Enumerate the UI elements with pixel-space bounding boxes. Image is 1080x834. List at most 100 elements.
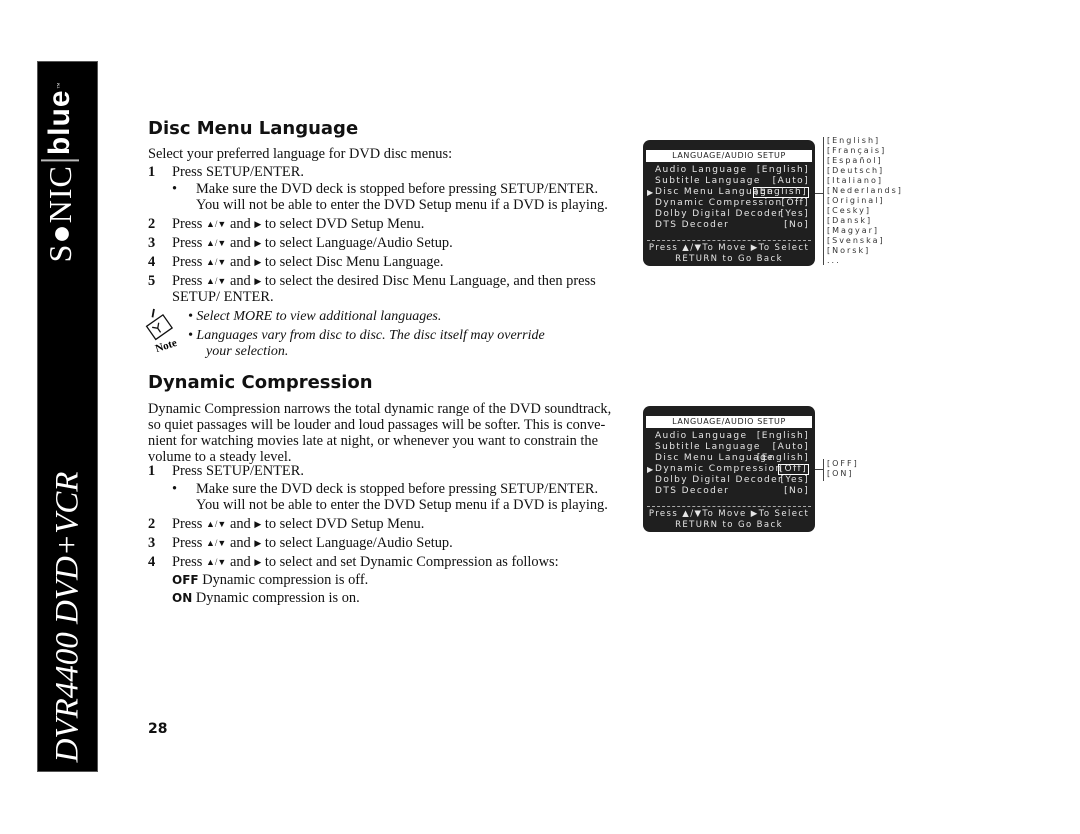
options-bracket: [823, 137, 824, 265]
right-arrow-icon: ▶: [254, 519, 262, 529]
osd-row: Subtitle Language [Auto]: [655, 442, 809, 452]
step-number: 3: [148, 535, 156, 551]
up-down-arrow-icon: ▲/▼: [206, 276, 227, 286]
step-number: 2: [148, 516, 156, 532]
option-item: [Norsk]: [827, 246, 871, 255]
option-item: [ON]: [827, 469, 854, 478]
right-arrow-icon: ▶: [254, 538, 262, 548]
osd-screen-dynamic: LANGUAGE/AUDIO SETUP Audio Language [Engl…: [643, 406, 815, 532]
osd-divider: [647, 506, 811, 507]
step-text: Press ▲/▼ and ▶ to select the desired Di…: [172, 273, 596, 289]
right-arrow-icon: ▶: [254, 557, 262, 567]
pointer-icon: ▶: [647, 465, 654, 474]
bullet-dot: •: [172, 181, 178, 197]
osd-screen-disc-menu: LANGUAGE/AUDIO SETUP Audio Language [Engl…: [643, 140, 815, 266]
language-options-list: [English] [Français] [Español] [Deutsch]…: [827, 136, 903, 266]
osd-row: Audio Language [English]: [655, 431, 809, 441]
intro-line: nient for watching movies late at night,…: [148, 433, 598, 449]
step-number: 5: [148, 273, 156, 289]
bullet-dot: •: [172, 481, 178, 497]
note-line-2: • Languages vary from disc to disc. The …: [188, 328, 545, 343]
osd-title: LANGUAGE/AUDIO SETUP: [646, 416, 812, 428]
step-number: 1: [148, 463, 156, 479]
step-text: Press ▲/▼ and ▶ to select DVD Setup Menu…: [172, 216, 425, 232]
step-number: 1: [148, 164, 156, 180]
osd-row: Disc Menu Language [English]: [655, 453, 809, 463]
osd-row-selected: ▶ Disc Menu Language [English]: [647, 187, 809, 198]
osd-row: Subtitle Language [Auto]: [655, 176, 809, 186]
osd-row: Dolby Digital Decoder [Yes]: [655, 475, 809, 485]
right-arrow-icon: ▶: [254, 257, 262, 267]
step-text: Press ▲/▼ and ▶ to select Language/Audio…: [172, 235, 453, 251]
option-item: [Cesky]: [827, 206, 871, 215]
option-key: OFF: [172, 573, 199, 587]
option-item: [Dansk]: [827, 216, 873, 225]
step-text: Press SETUP/ENTER.: [172, 463, 304, 479]
osd-row: Audio Language [English]: [655, 165, 809, 175]
page-number: 28: [148, 721, 168, 737]
option-item: [OFF]: [827, 459, 859, 468]
brand-sonic: S●NIC: [41, 165, 78, 263]
option-item: [Français]: [827, 146, 887, 155]
up-down-arrow-icon: ▲/▼: [206, 219, 227, 229]
step-number: 4: [148, 554, 156, 570]
option-item: ...: [827, 256, 841, 265]
compression-options-list: [OFF] [ON]: [827, 459, 859, 479]
option-item: [Svenska]: [827, 236, 885, 245]
osd-footer-nav: Press ▲/▼To Move ▶To Select: [648, 243, 810, 253]
bullet-text: You will not be able to enter the DVD Se…: [196, 197, 608, 213]
option-key: ON: [172, 591, 193, 605]
option-on-desc: ON Dynamic compression is on.: [172, 590, 360, 606]
up-down-arrow-icon: ▲/▼: [206, 538, 227, 548]
option-item: [English]: [827, 136, 881, 145]
bullet-text: You will not be able to enter the DVD Se…: [196, 497, 608, 513]
intro-line: so quiet passages will be louder and lou…: [148, 417, 606, 433]
option-item: [Nederlands]: [827, 186, 903, 195]
brand-separator: [41, 159, 79, 162]
step-text: Press SETUP/ENTER.: [172, 164, 304, 180]
note-line-3: your selection.: [206, 344, 289, 359]
section-heading-dynamic: Dynamic Compression: [148, 372, 373, 393]
option-desc: Dynamic compression is off.: [202, 572, 369, 588]
option-desc: Dynamic compression is on.: [195, 590, 360, 606]
osd-divider: [647, 240, 811, 241]
step-text: Press ▲/▼ and ▶ to select Language/Audio…: [172, 535, 453, 551]
options-bracket: [823, 459, 824, 481]
disc-menu-intro: Select your preferred language for DVD d…: [148, 146, 453, 162]
option-off-desc: OFF Dynamic compression is off.: [172, 572, 368, 588]
step-number: 2: [148, 216, 156, 232]
option-item: [Italiano]: [827, 176, 883, 185]
osd-row: Dolby Digital Decoder [Yes]: [655, 209, 809, 219]
up-down-arrow-icon: ▲/▼: [206, 519, 227, 529]
brand-logo: S●NIC blue ™: [41, 81, 79, 263]
step-text: Press ▲/▼ and ▶ to select and set Dynami…: [172, 554, 559, 570]
step-text-cont: SETUP/ ENTER.: [172, 289, 274, 305]
option-item: [Deutsch]: [827, 166, 885, 175]
osd-footer-nav: Press ▲/▼To Move ▶To Select: [648, 509, 810, 519]
note-icon: Note: [145, 308, 179, 352]
note-line-1: • Select MORE to view additional languag…: [188, 309, 442, 324]
trademark-mark: ™: [57, 81, 63, 89]
osd-row: DTS Decoder [No]: [655, 486, 809, 496]
osd-title: LANGUAGE/AUDIO SETUP: [646, 150, 812, 162]
dynamic-intro: Dynamic Compression narrows the total dy…: [148, 401, 611, 465]
step-number: 3: [148, 235, 156, 251]
option-item: [Original]: [827, 196, 885, 205]
option-item: [Magyar]: [827, 226, 880, 235]
brand-blue: blue: [43, 89, 76, 156]
up-down-arrow-icon: ▲/▼: [206, 257, 227, 267]
note-label: Note: [154, 337, 179, 352]
section-heading-disc-menu: Disc Menu Language: [148, 118, 359, 139]
right-arrow-icon: ▶: [254, 219, 262, 229]
right-arrow-icon: ▶: [254, 238, 262, 248]
sidebar-band: S●NIC blue ™ DVR4400 DVD+VCR: [37, 61, 98, 772]
osd-row-selected: ▶ Dynamic Compression [Off]: [647, 464, 809, 475]
step-text: Press ▲/▼ and ▶ to select Disc Menu Lang…: [172, 254, 444, 270]
right-arrow-icon: ▶: [254, 276, 262, 286]
pointer-icon: ▶: [647, 188, 654, 197]
step-text: Press ▲/▼ and ▶ to select DVD Setup Menu…: [172, 516, 425, 532]
bullet-text: Make sure the DVD deck is stopped before…: [196, 481, 599, 497]
up-down-arrow-icon: ▲/▼: [206, 238, 227, 248]
bullet-text: Make sure the DVD deck is stopped before…: [196, 181, 599, 197]
osd-row: Dynamic Compression [Off]: [655, 198, 809, 208]
